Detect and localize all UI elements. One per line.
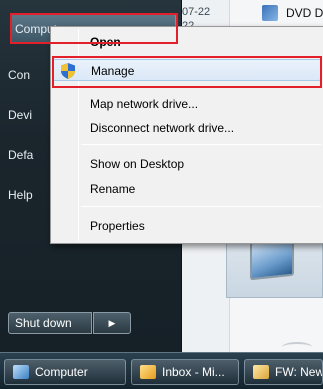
monitor-icon — [250, 237, 294, 281]
taskbar: Computer Inbox - Mi... FW: New — [0, 352, 323, 389]
taskbar-button-label: Computer — [35, 365, 88, 379]
shutdown-options-arrow[interactable]: ▶ — [93, 312, 131, 334]
menu-item-label: Rename — [90, 182, 136, 196]
taskbar-button-label: FW: New — [275, 365, 323, 379]
taskbar-button-computer[interactable]: Computer — [4, 359, 126, 385]
start-item-devices[interactable]: Devi — [8, 108, 32, 122]
taskbar-button-fw-new[interactable]: FW: New — [244, 359, 323, 385]
start-item-help[interactable]: Help — [8, 188, 33, 202]
menu-item-label: Show on Desktop — [90, 157, 185, 171]
start-item-default-programs[interactable]: Defa — [8, 148, 33, 162]
taskbar-button-inbox[interactable]: Inbox - Mi... — [131, 359, 239, 385]
menu-item-properties[interactable]: Properties — [53, 215, 321, 237]
outlook-icon — [140, 365, 156, 379]
menu-item-rename[interactable]: Rename — [53, 178, 321, 200]
menu-item-show-on-desktop[interactable]: Show on Desktop — [53, 153, 321, 175]
envelope-icon — [253, 365, 269, 379]
computer-icon — [13, 365, 29, 379]
dvd-drive-label[interactable]: DVD D — [286, 6, 323, 20]
start-item-label: Devi — [8, 108, 33, 122]
start-item-label: Defa — [8, 148, 34, 162]
menu-item-open[interactable]: Open — [53, 31, 321, 53]
dvd-drive-icon — [262, 5, 278, 21]
date-text: 07-22 — [182, 6, 211, 18]
menu-separator — [81, 206, 321, 207]
taskbar-button-label: Inbox - Mi... — [162, 365, 225, 379]
menu-item-label: Manage — [91, 64, 135, 78]
context-menu: Open Manage Map network drive... Disconn… — [50, 26, 323, 244]
start-item-label: Con — [8, 68, 31, 82]
start-item-label: Help — [8, 188, 33, 202]
scroll-arc — [282, 342, 312, 352]
menu-item-disconnect-network-drive[interactable]: Disconnect network drive... — [53, 117, 321, 139]
menu-item-label: Map network drive... — [90, 97, 199, 111]
uac-shield-icon — [61, 63, 75, 79]
start-item-control-panel[interactable]: Con — [8, 68, 30, 82]
menu-item-label: Properties — [90, 219, 145, 233]
menu-item-label: Open — [90, 35, 121, 49]
menu-item-label: Disconnect network drive... — [90, 121, 235, 135]
menu-separator — [81, 86, 321, 87]
menu-item-map-network-drive[interactable]: Map network drive... — [53, 93, 321, 115]
shutdown-button[interactable]: Shut down — [8, 312, 92, 334]
menu-separator — [81, 144, 321, 145]
menu-item-manage[interactable]: Manage — [53, 59, 321, 81]
